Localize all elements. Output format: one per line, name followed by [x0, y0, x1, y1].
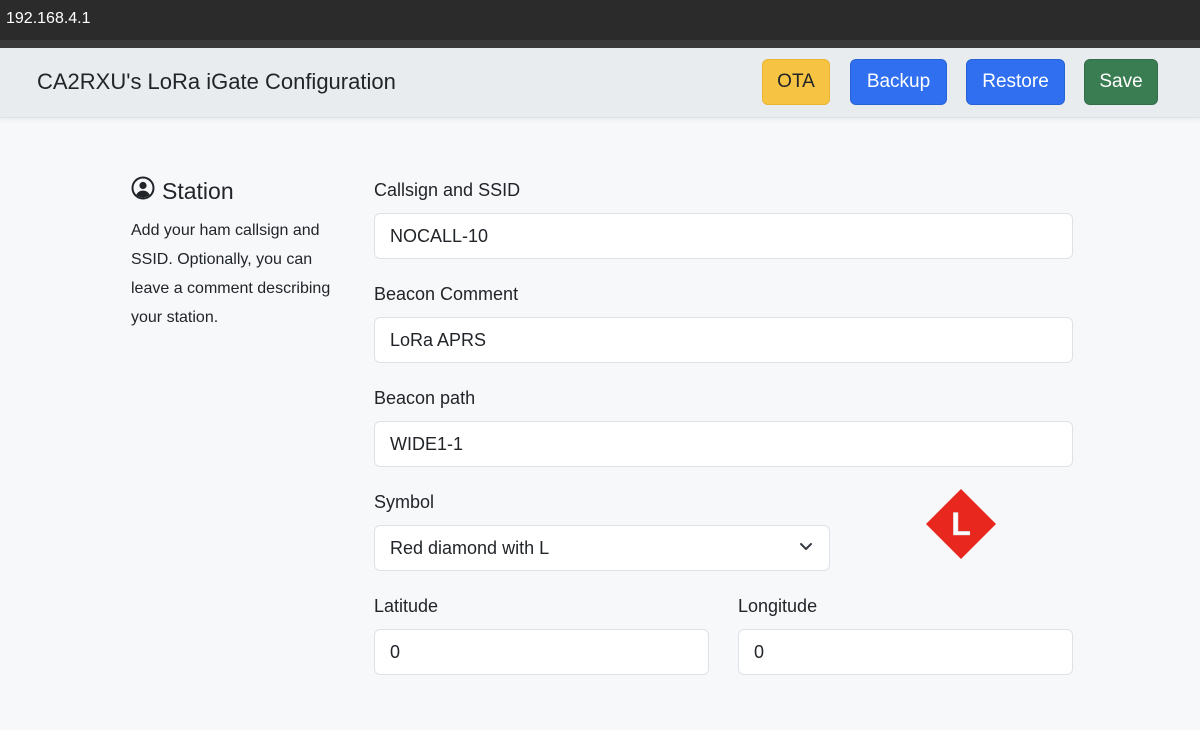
beacon-path-input[interactable]	[374, 421, 1073, 467]
callsign-label: Callsign and SSID	[374, 180, 521, 200]
beacon-path-label: Beacon path	[374, 388, 476, 408]
latitude-label: Latitude	[374, 596, 439, 616]
backup-button[interactable]: Backup	[850, 59, 947, 105]
station-section-title: Station	[131, 176, 234, 206]
ota-button[interactable]: OTA	[762, 59, 830, 105]
browser-address-text: 192.168.4.1	[6, 10, 91, 27]
symbol-preview-letter: L	[951, 506, 971, 542]
red-diamond-symbol-icon: L	[926, 489, 996, 559]
beacon-comment-input[interactable]	[374, 317, 1073, 363]
person-circle-icon	[131, 176, 155, 206]
page-title: CA2RXU's LoRa iGate Configuration	[37, 69, 396, 94]
symbol-select[interactable]: Red diamond with L	[374, 525, 830, 571]
browser-strip	[0, 40, 1200, 48]
latitude-input[interactable]	[374, 629, 709, 675]
symbol-select-value: Red diamond with L	[390, 537, 550, 558]
save-button[interactable]: Save	[1084, 59, 1158, 105]
longitude-input[interactable]	[738, 629, 1073, 675]
navbar: CA2RXU's LoRa iGate Configuration OTA Ba…	[0, 48, 1200, 118]
longitude-label: Longitude	[738, 596, 818, 616]
station-title-text: Station	[162, 177, 234, 204]
chevron-down-icon	[798, 538, 814, 559]
callsign-input[interactable]	[374, 213, 1073, 259]
browser-address-bar[interactable]: 192.168.4.1	[0, 0, 1200, 40]
beacon-comment-label: Beacon Comment	[374, 284, 519, 304]
station-description: Add your ham callsign and SSID. Optional…	[131, 222, 331, 326]
symbol-label: Symbol	[374, 492, 435, 512]
restore-button[interactable]: Restore	[966, 59, 1065, 105]
